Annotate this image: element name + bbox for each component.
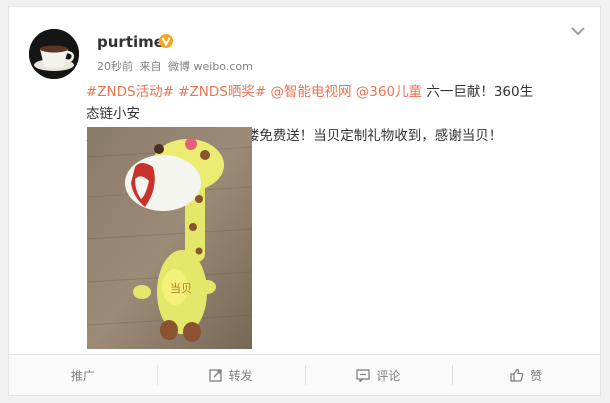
comment-label: 评论	[376, 368, 401, 383]
repost-label: 转发	[228, 368, 253, 383]
thumbs-up-icon	[510, 368, 524, 382]
mention-smart-tv-net[interactable]: @智能电视网	[270, 84, 351, 100]
hashtag-znds-prize[interactable]: #ZNDS晒奖#	[178, 84, 266, 100]
post-from-label: 来自	[139, 60, 162, 73]
promote-button[interactable]: 推广	[9, 355, 157, 395]
verified-v-icon	[159, 34, 173, 48]
coffee-cup-avatar-icon	[29, 29, 79, 79]
weibo-post-card: purtime 20秒前 来自 微博 weibo.com #ZNDS活动# #Z…	[8, 6, 601, 396]
comment-icon	[356, 369, 371, 382]
repost-icon	[208, 369, 222, 382]
action-bar: 推广 转发 评论 赞	[9, 354, 600, 395]
comment-button[interactable]: 评论	[304, 355, 453, 395]
mention-360-kids[interactable]: @360儿童	[356, 84, 422, 100]
hashtag-znds-activity[interactable]: #ZNDS活动#	[86, 84, 174, 100]
post-source[interactable]: 微博 weibo.com	[168, 60, 253, 73]
promote-label: 推广	[70, 368, 95, 383]
plush-toy-giraffe-photo: 当贝	[87, 127, 252, 349]
username[interactable]: purtime	[97, 33, 164, 51]
user-avatar[interactable]	[29, 29, 79, 79]
post-meta: 20秒前 来自 微博 weibo.com	[97, 58, 256, 74]
post-photo[interactable]: 当贝	[87, 127, 252, 349]
chevron-down-icon[interactable]	[570, 25, 586, 37]
svg-text:当贝: 当贝	[170, 281, 192, 295]
repost-button[interactable]: 转发	[156, 355, 305, 395]
post-time[interactable]: 20秒前	[97, 60, 133, 73]
like-button[interactable]: 赞	[452, 355, 600, 395]
like-label: 赞	[530, 368, 543, 383]
